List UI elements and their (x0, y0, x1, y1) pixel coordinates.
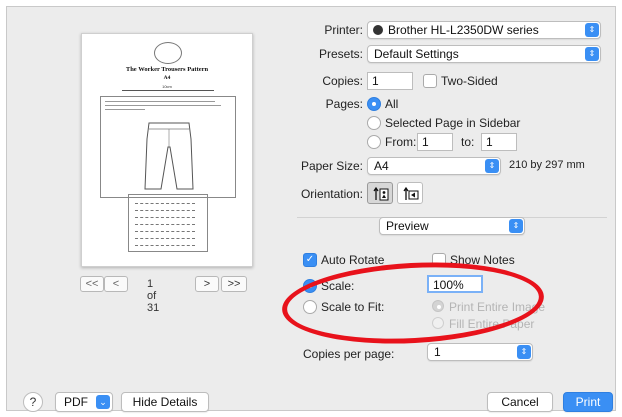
landscape-orientation-button[interactable] (397, 182, 423, 204)
last-page-button[interactable]: >> (221, 276, 247, 292)
scale-field[interactable]: 100% (427, 275, 483, 293)
printer-value: Brother HL-L2350DW series (388, 23, 539, 37)
stepper-icon: ⇕ (509, 219, 523, 233)
paper-size-label: Paper Size: (300, 159, 363, 173)
preview-document-title: The Worker Trousers Pattern (125, 66, 209, 73)
fill-entire-paper-radio[interactable] (432, 317, 444, 329)
pages-from-label: From: (385, 135, 417, 149)
orientation-label: Orientation: (300, 187, 363, 201)
previous-page-button[interactable]: < (104, 276, 128, 292)
pages-label: Pages: (325, 97, 363, 111)
auto-rotate-label: Auto Rotate (321, 253, 385, 267)
first-page-button[interactable]: << (80, 276, 104, 292)
key-line (135, 217, 195, 218)
help-icon[interactable]: ? (23, 392, 43, 412)
fill-entire-paper-label: Fill Entire Paper (449, 317, 535, 331)
preview-document-subtitle: A4 (163, 75, 171, 81)
instruction-line (105, 105, 221, 106)
pages-from-radio[interactable] (367, 135, 381, 149)
cancel-button[interactable]: Cancel (487, 392, 553, 412)
preview-instructions-box (100, 96, 236, 198)
pattern-logo (154, 42, 182, 64)
landscape-orientation-icon (403, 186, 419, 200)
key-line (135, 210, 195, 211)
printer-popup[interactable]: Brother HL-L2350DW series ⇕ (367, 21, 601, 39)
page-counter: 1 of 31 (147, 278, 160, 314)
paper-dimensions: 210 by 297 mm (509, 159, 585, 171)
key-line (135, 238, 195, 239)
key-line (135, 224, 195, 225)
pages-to-field[interactable]: 1 (481, 133, 517, 151)
key-line (135, 203, 195, 204)
stepper-icon: ⇕ (585, 47, 599, 61)
instruction-line (105, 101, 215, 102)
preview-key-box (128, 194, 208, 252)
copies-per-page-label: Copies per page: (303, 347, 395, 361)
scale-label: Scale: (321, 279, 355, 293)
hide-details-button[interactable]: Hide Details (121, 392, 209, 412)
presets-popup[interactable]: Default Settings ⇕ (367, 45, 601, 63)
print-dialog: The Worker Trousers Pattern A4 10cm << < (6, 6, 616, 412)
panel-selector-popup[interactable]: Preview ⇕ (379, 217, 525, 235)
paper-size-popup[interactable]: A4 ⇕ (367, 157, 501, 175)
scale-to-fit-label: Scale to Fit: (321, 300, 385, 314)
printer-label: Printer: (324, 23, 363, 37)
printer-icon (373, 25, 383, 35)
stepper-icon: ⇕ (517, 345, 531, 359)
copies-label: Copies: (322, 74, 363, 88)
stepper-icon: ⇕ (485, 159, 499, 173)
print-entire-image-label: Print Entire Image (449, 300, 546, 314)
pdf-menu-button[interactable]: PDF ⌄ (55, 392, 113, 412)
key-line (135, 245, 195, 246)
key-line (135, 231, 195, 232)
print-button[interactable]: Print (563, 392, 613, 412)
preview-ruler-label: 10cm (162, 84, 172, 89)
stepper-icon: ⇕ (585, 23, 599, 37)
show-notes-label: Show Notes (450, 253, 515, 267)
next-page-button[interactable]: > (195, 276, 219, 292)
chevron-down-icon: ⌄ (96, 395, 110, 409)
trousers-illustration (144, 122, 194, 190)
scale-to-fit-radio[interactable] (303, 300, 317, 314)
two-sided-checkbox[interactable] (423, 74, 437, 88)
instruction-line (105, 109, 145, 110)
paper-size-value: A4 (374, 159, 389, 173)
portrait-orientation-icon (373, 186, 389, 201)
portrait-orientation-button[interactable] (367, 182, 393, 204)
pdf-label: PDF (64, 395, 88, 409)
pages-selected-label: Selected Page in Sidebar (385, 116, 521, 130)
panel-selector-value: Preview (386, 219, 429, 233)
presets-value: Default Settings (374, 47, 459, 61)
scale-radio[interactable] (303, 279, 317, 293)
auto-rotate-checkbox[interactable]: ✓ (303, 253, 317, 267)
pages-selected-radio[interactable] (367, 116, 381, 130)
print-entire-image-radio[interactable] (432, 300, 444, 312)
pages-all-radio[interactable] (367, 97, 381, 111)
page-preview: The Worker Trousers Pattern A4 10cm (81, 33, 253, 267)
pages-from-field[interactable]: 1 (417, 133, 453, 151)
preview-ruler (122, 90, 214, 91)
copies-field[interactable]: 1 (367, 72, 413, 90)
show-notes-checkbox[interactable] (432, 253, 446, 267)
copies-per-page-value: 1 (434, 345, 441, 359)
pages-all-label: All (385, 97, 399, 111)
two-sided-label: Two-Sided (441, 74, 498, 88)
copies-per-page-popup[interactable]: 1 ⇕ (427, 343, 533, 361)
presets-label: Presets: (318, 47, 363, 61)
pages-to-label: to: (461, 135, 475, 149)
